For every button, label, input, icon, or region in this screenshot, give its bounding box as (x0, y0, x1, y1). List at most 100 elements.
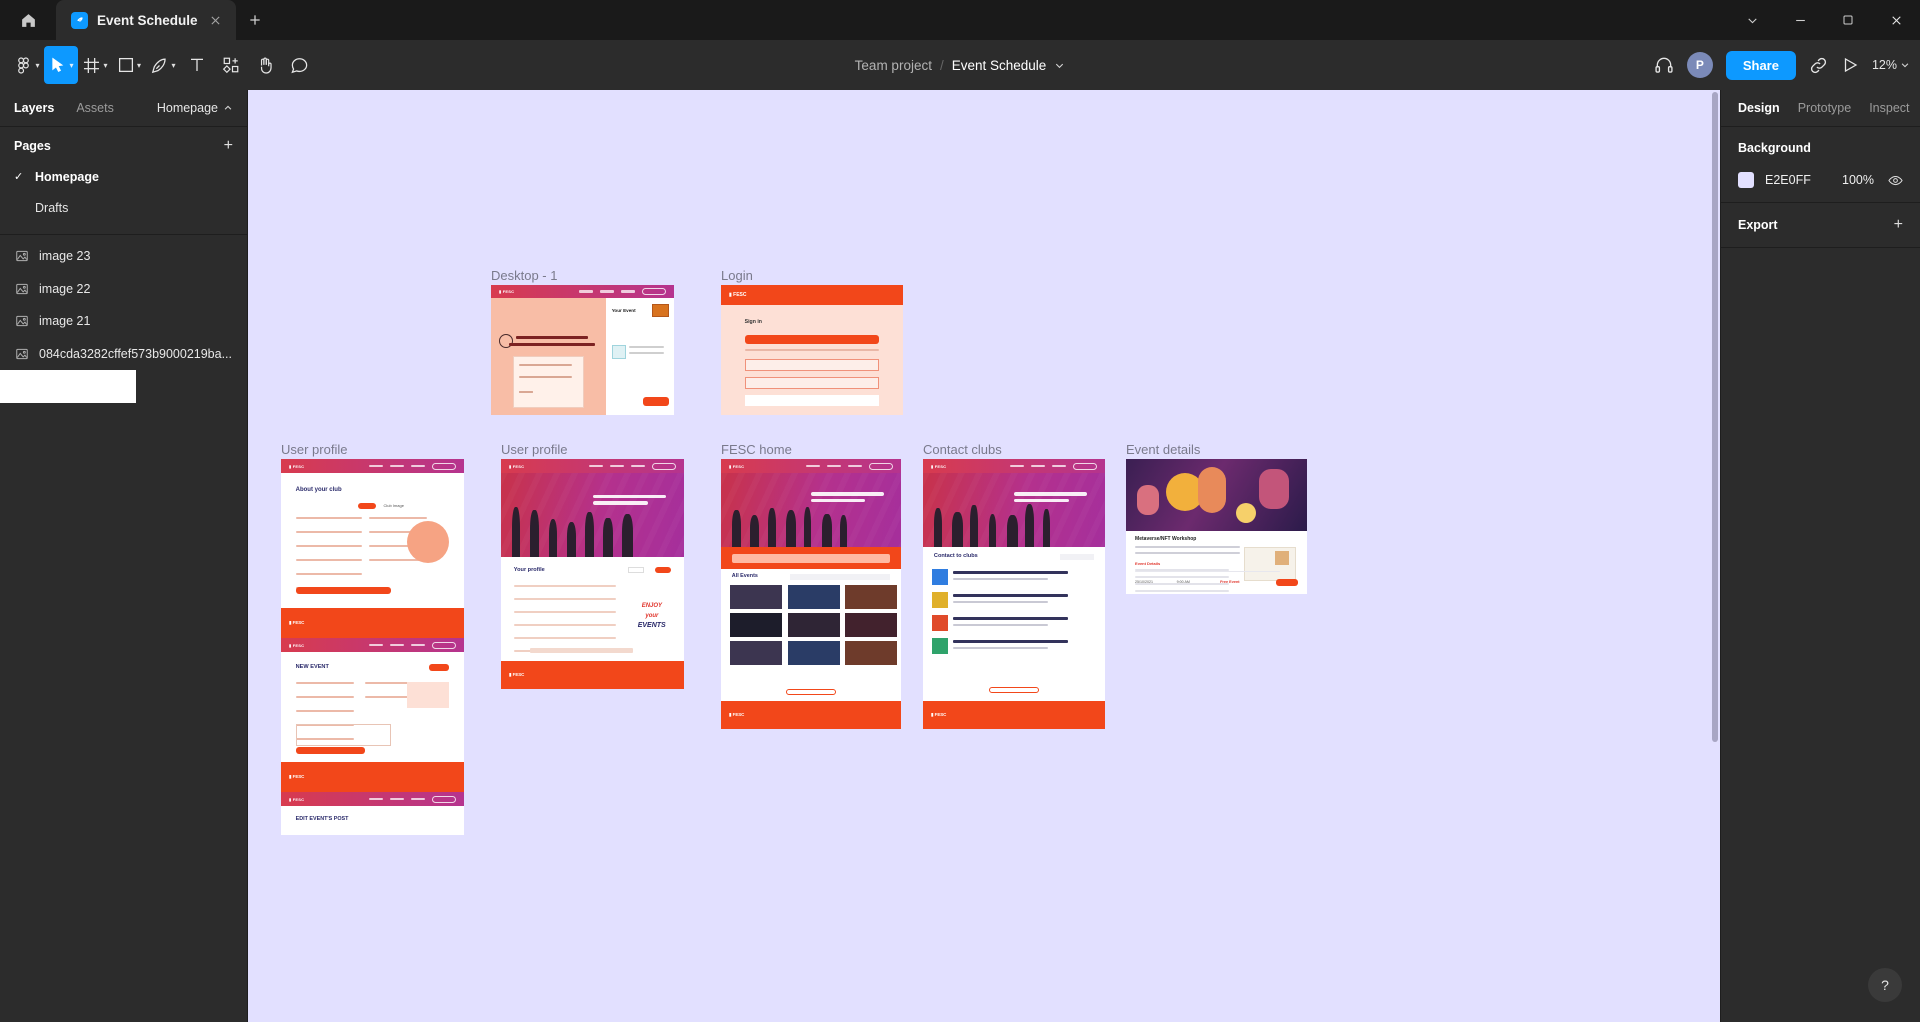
comment-tool[interactable] (282, 46, 316, 84)
headphones-icon[interactable] (1654, 55, 1674, 75)
mock-login-pill (1073, 463, 1097, 470)
eye-icon[interactable] (1888, 173, 1903, 188)
zoom-control[interactable]: 12% (1872, 58, 1910, 72)
mock-footer: ▮ FESC (923, 701, 1105, 729)
breadcrumb-project[interactable]: Team project (855, 58, 932, 73)
color-hex-value[interactable]: E2E0FF (1765, 173, 1831, 187)
chevron-down-icon: ▾ (137, 61, 141, 70)
figma-icon (71, 12, 88, 29)
mock-navbar: ▮ FESC (281, 638, 464, 652)
mock-login-pill (652, 463, 676, 470)
layer-label: FESC home (39, 380, 109, 394)
tab-prototype[interactable]: Prototype (1798, 101, 1852, 115)
new-tab-button[interactable] (236, 0, 274, 40)
mock-logo: ▮ FESC (729, 464, 744, 469)
background-color-row[interactable]: E2E0FF 100% (1738, 172, 1903, 188)
tab-inspect[interactable]: Inspect (1869, 101, 1909, 115)
mock-logo: ▮ FESC (289, 464, 304, 469)
tab-assets[interactable]: Assets (76, 101, 114, 115)
avatar[interactable]: P (1687, 52, 1713, 78)
browser-tab-strip: Event Schedule (0, 0, 1920, 40)
figma-window: Event Schedule ▾ ▾ ▾ ▾ ▾ Team project / … (0, 0, 1920, 1022)
frame-label[interactable]: Contact clubs (923, 442, 1002, 457)
frame-label[interactable]: Desktop - 1 (491, 268, 557, 283)
mock-hero-text (1014, 492, 1090, 505)
text-tool[interactable] (180, 46, 214, 84)
color-opacity-value[interactable]: 100% (1842, 173, 1874, 187)
pen-tool[interactable]: ▾ (146, 46, 180, 84)
layer-row[interactable]: FESC home (0, 370, 123, 403)
right-panel: Design Prototype Inspect Background E2E0… (1720, 90, 1920, 1022)
tab-design[interactable]: Design (1738, 101, 1780, 115)
pages-header: Pages + (0, 127, 247, 161)
close-icon[interactable] (1872, 0, 1920, 40)
mock-logo: ▮ FESC (931, 464, 946, 469)
canvas-frame[interactable]: ▮ FESC Your Event (491, 285, 674, 415)
canvas-frame[interactable]: ▮ FESC Contact to clubs ▮ FESC (923, 459, 1105, 729)
mock-club-row (932, 569, 1096, 589)
export-title: Export (1738, 218, 1778, 232)
color-swatch[interactable] (1738, 172, 1754, 188)
mock-login-navbar: ▮ FESC (721, 285, 903, 305)
layer-row[interactable]: image 21 (0, 305, 247, 338)
page-item-drafts[interactable]: Drafts (0, 192, 247, 223)
mock-navbar: ▮ FESC (501, 459, 684, 473)
chevron-down-icon: ▾ (103, 61, 107, 70)
breadcrumb-file[interactable]: Event Schedule (952, 58, 1047, 73)
canvas-frame[interactable]: ▮ FESC All Events ▮ FESC (721, 459, 901, 729)
mock-all-events: All Events (721, 569, 901, 701)
browser-tab[interactable]: Event Schedule (56, 0, 236, 40)
layer-row[interactable]: image 22 (0, 273, 247, 306)
frame-label[interactable]: Login (721, 268, 753, 283)
help-button[interactable]: ? (1868, 968, 1902, 1002)
frame-label[interactable]: Event details (1126, 442, 1200, 457)
layer-row[interactable]: image 23 (0, 240, 247, 273)
mock-logo: ▮ FESC (509, 464, 524, 469)
tab-layers[interactable]: Layers (14, 101, 54, 115)
mock-search-bar (721, 547, 901, 569)
mock-hero (923, 473, 1105, 547)
minimize-icon[interactable] (1776, 0, 1824, 40)
chevron-down-icon[interactable] (1054, 60, 1065, 71)
frame-tool[interactable]: ▾ (78, 46, 112, 84)
canvas-scrollbar[interactable] (1712, 92, 1718, 742)
close-icon[interactable] (207, 11, 225, 29)
mock-login-pill (432, 642, 456, 649)
frame-label[interactable]: User profile (501, 442, 567, 457)
page-item-homepage[interactable]: ✓ Homepage (0, 161, 247, 192)
image-icon (14, 314, 29, 328)
page-item-label: Drafts (35, 201, 68, 215)
browser-tab-title: Event Schedule (97, 13, 198, 28)
chevron-down-icon[interactable] (1728, 0, 1776, 40)
mock-club-row (932, 638, 1096, 658)
add-page-button[interactable]: + (224, 138, 233, 154)
frame-label[interactable]: User profile (281, 442, 347, 457)
move-tool[interactable]: ▾ (44, 46, 78, 84)
home-icon[interactable] (0, 0, 56, 40)
share-button[interactable]: Share (1726, 51, 1796, 80)
canvas-frame[interactable]: ▮ FESC About your club Club Image ▮ FESC ▮ F… (281, 459, 464, 835)
page-selector[interactable]: Homepage (157, 101, 233, 115)
canvas-frame[interactable]: ▮ FESC Sign in (721, 285, 903, 415)
image-icon (14, 249, 29, 263)
page-item-label: Homepage (35, 170, 99, 184)
layer-row[interactable]: 084cda3282cffef573b9000219ba... (0, 338, 247, 371)
link-icon[interactable] (1809, 56, 1828, 75)
mock-event-banner (1126, 459, 1307, 531)
figma-menu-button[interactable]: ▾ (10, 46, 44, 84)
add-export-button[interactable]: + (1894, 217, 1903, 233)
components-tool[interactable] (214, 46, 248, 84)
maximize-icon[interactable] (1824, 0, 1872, 40)
mock-nav-links (369, 463, 456, 470)
mock-login-pill (642, 288, 666, 295)
present-icon[interactable] (1841, 56, 1859, 74)
frame-label[interactable]: FESC home (721, 442, 792, 457)
hand-tool[interactable] (248, 46, 282, 84)
shape-tool[interactable]: ▾ (112, 46, 146, 84)
mock-payment-body: Your Event (491, 298, 674, 415)
canvas-frame[interactable]: ▮ FESC Your profile ENJOY your EVENTS ▮ FESC (501, 459, 684, 689)
canvas-frame[interactable]: Metaverse/NFT Workshop Event Details 25/10… (1126, 459, 1307, 594)
mock-logo: ▮ FESC (289, 643, 304, 648)
design-canvas[interactable]: Desktop - 1 ▮ FESC Your Event Login ▮ FESC Si… (248, 90, 1720, 1022)
mock-nav-links (369, 642, 456, 649)
